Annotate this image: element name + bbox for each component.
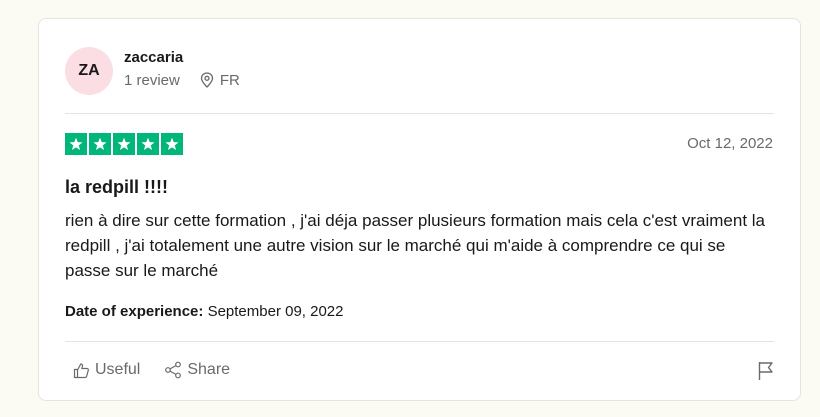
star-icon — [89, 133, 111, 155]
review-title[interactable]: la redpill !!!! — [65, 177, 168, 198]
review-actions: Useful Share — [73, 361, 254, 379]
reviewer-meta: 1 review FR — [124, 72, 240, 89]
report-button[interactable] — [758, 361, 774, 386]
avatar[interactable]: ZA — [65, 47, 113, 95]
location-pin-icon — [200, 72, 214, 88]
flag-icon — [758, 362, 773, 380]
share-button[interactable]: Share — [164, 361, 230, 379]
star-icon — [65, 133, 87, 155]
review-date: Oct 12, 2022 — [687, 135, 773, 152]
location-text: FR — [219, 71, 240, 89]
star-rating — [65, 133, 185, 155]
review-body: rien à dire sur cette formation , j'ai d… — [65, 211, 766, 280]
reviewer-info: zaccaria 1 review FR — [124, 48, 240, 89]
date-of-experience: Date of experience: September 09, 2022 — [65, 303, 344, 320]
experience-label: Date of experience: — [65, 303, 204, 320]
share-label: Share — [187, 361, 231, 378]
footer-divider — [65, 341, 774, 342]
share-icon — [165, 361, 182, 379]
reviewer-location: FR — [200, 72, 240, 89]
star-icon — [137, 133, 159, 155]
reviewer-name[interactable]: zaccaria — [124, 48, 240, 68]
review-card: ZA zaccaria 1 review FR Oct 12, 2022 la … — [38, 18, 801, 401]
thumbs-up-icon — [73, 362, 89, 378]
useful-button[interactable]: Useful — [73, 361, 140, 379]
header-divider — [65, 113, 774, 114]
experience-date: September 09, 2022 — [207, 303, 344, 320]
reviewer-header: ZA zaccaria 1 review FR — [65, 47, 240, 95]
star-icon — [161, 133, 183, 155]
review-count: 1 review — [124, 71, 180, 89]
useful-label: Useful — [95, 361, 141, 378]
star-icon — [113, 133, 135, 155]
